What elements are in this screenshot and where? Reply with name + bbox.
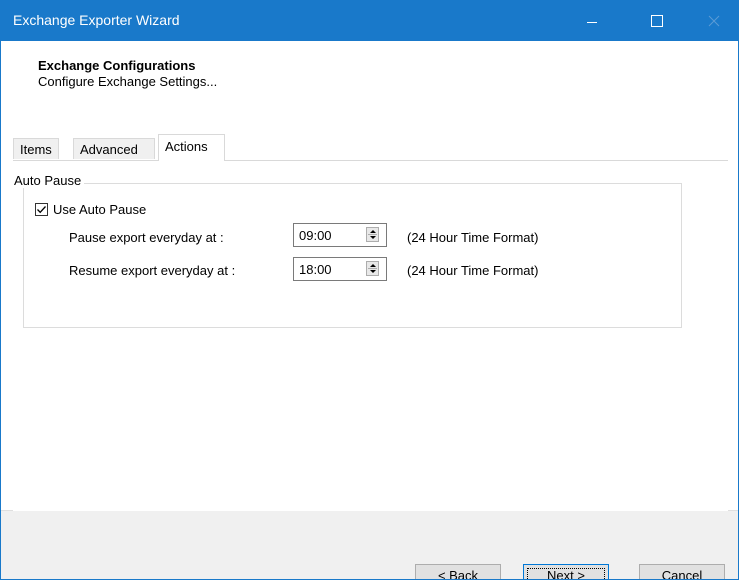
back-button[interactable]: < Back [415, 564, 501, 579]
title-bar: Exchange Exporter Wizard [1, 1, 738, 41]
pause-time-value[interactable]: 09:00 [299, 228, 332, 243]
resume-format-hint: (24 Hour Time Format) [407, 263, 539, 278]
resume-time-value[interactable]: 18:00 [299, 262, 332, 277]
maximize-icon [651, 15, 663, 27]
use-auto-pause-checkbox[interactable] [35, 203, 48, 216]
resume-time-label: Resume export everyday at : [69, 263, 236, 278]
focus-rect [527, 568, 605, 579]
resume-time-spinner[interactable] [366, 261, 379, 276]
minimize-icon [587, 22, 597, 23]
pause-time-spinner[interactable] [366, 227, 379, 242]
spin-divider [368, 268, 377, 269]
tab-actions[interactable]: Actions [158, 134, 225, 161]
spin-divider [368, 234, 377, 235]
tab-advanced[interactable]: Advanced [73, 138, 155, 159]
spin-down-icon[interactable] [370, 270, 376, 273]
close-icon [708, 15, 720, 27]
wizard-footer [1, 510, 738, 579]
wizard-window: Exchange Exporter Wizard Exchange Config… [0, 0, 739, 580]
page-title: Exchange Configurations [38, 58, 196, 73]
pause-time-input[interactable]: 09:00 [293, 223, 387, 247]
page-subtitle: Configure Exchange Settings... [38, 74, 218, 89]
resume-time-input[interactable]: 18:00 [293, 257, 387, 281]
pause-format-hint: (24 Hour Time Format) [407, 230, 539, 245]
checkmark-icon [37, 206, 46, 214]
spin-down-icon[interactable] [370, 236, 376, 239]
use-auto-pause-label[interactable]: Use Auto Pause [53, 202, 146, 217]
cancel-button[interactable]: Cancel [639, 564, 725, 579]
auto-pause-group-label: Auto Pause [11, 173, 85, 188]
maximize-button[interactable] [635, 1, 681, 41]
next-button[interactable]: Next > [523, 564, 609, 579]
window-title: Exchange Exporter Wizard [13, 12, 180, 28]
spin-up-icon[interactable] [370, 264, 376, 267]
pause-time-label: Pause export everyday at : [69, 230, 224, 245]
minimize-button[interactable] [569, 1, 615, 41]
close-button[interactable] [691, 1, 737, 41]
spin-up-icon[interactable] [370, 230, 376, 233]
tab-items[interactable]: Items [13, 138, 59, 159]
